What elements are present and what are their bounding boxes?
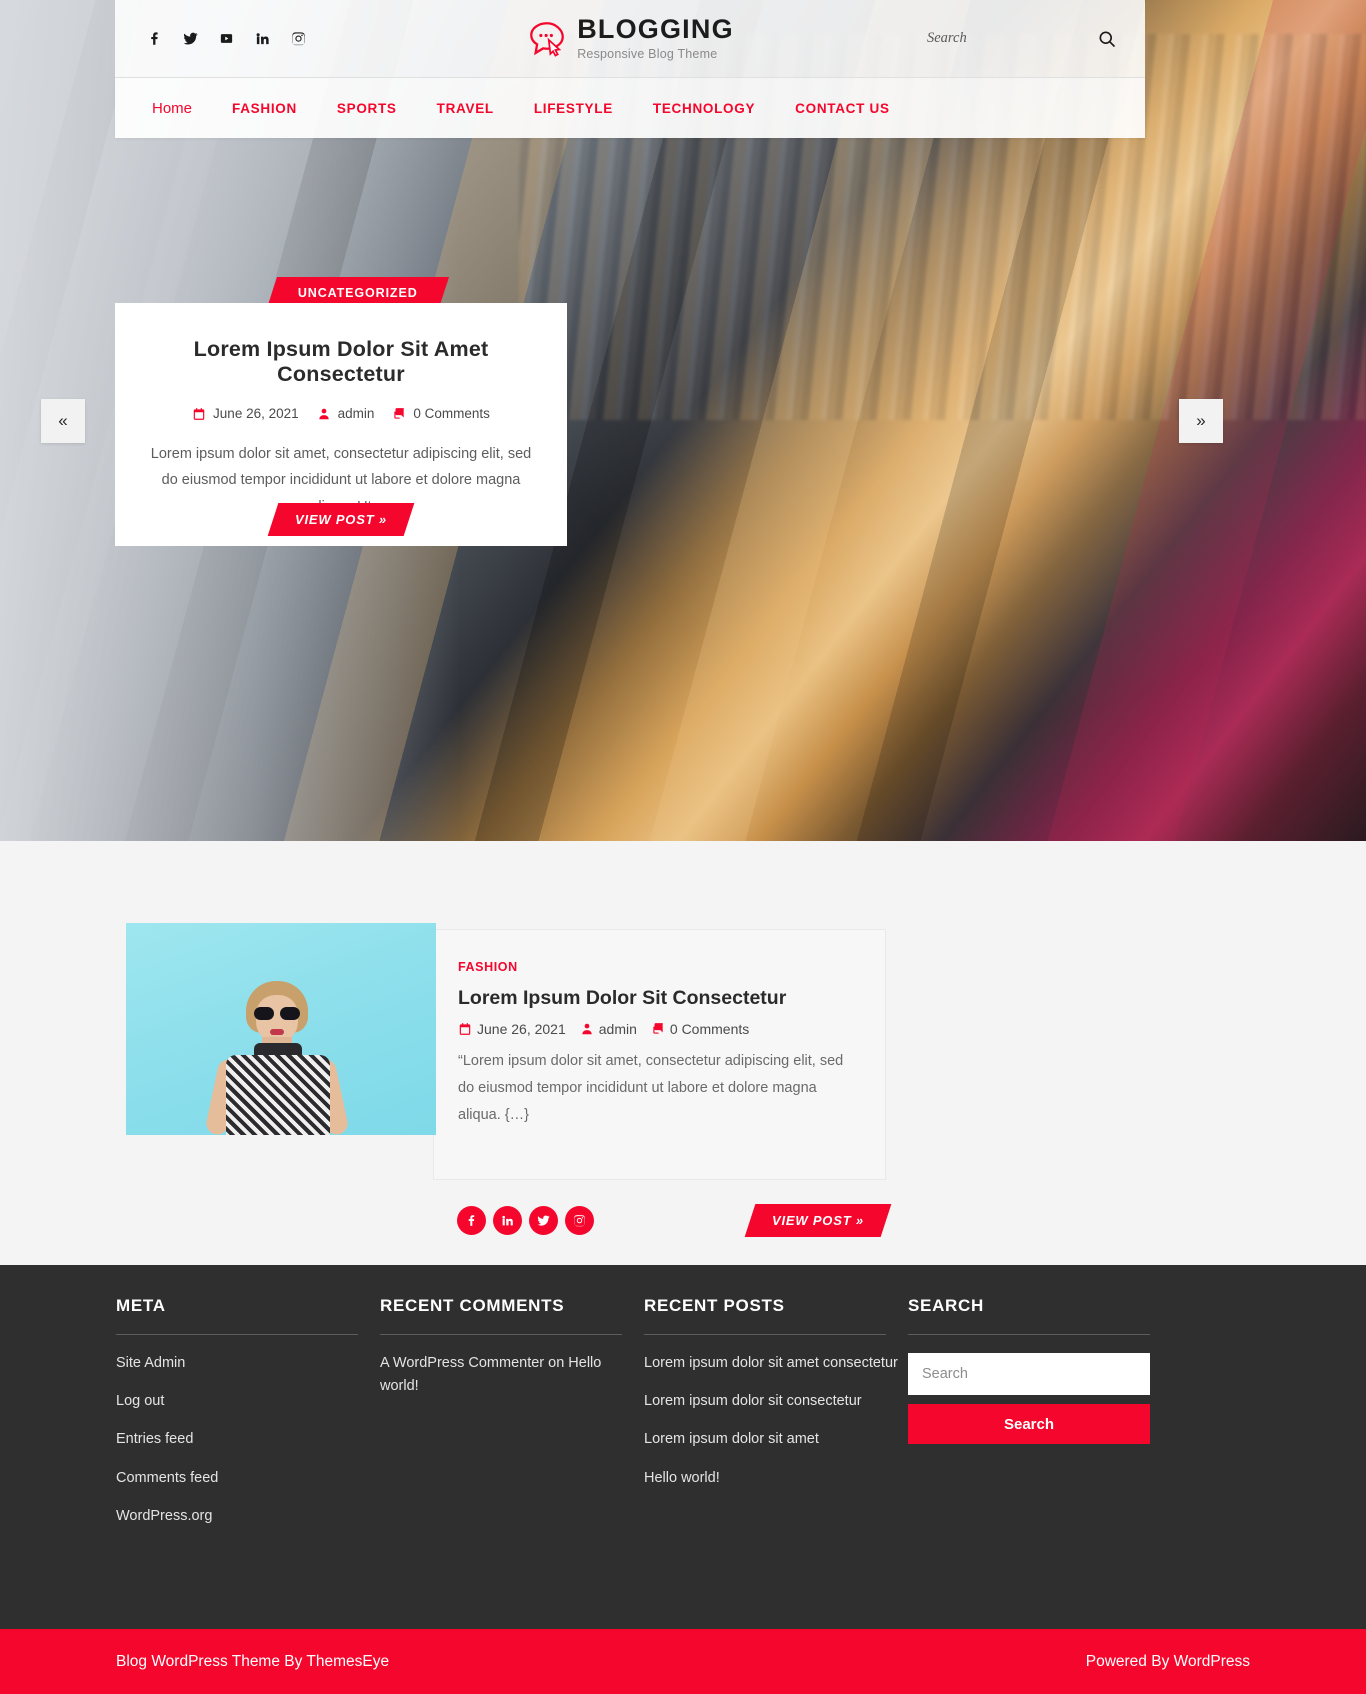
- footer-link-wordpress-org[interactable]: WordPress.org: [116, 1508, 212, 1524]
- linkedin-icon[interactable]: [493, 1205, 522, 1235]
- nav-item-contact-us[interactable]: CONTACT US: [775, 101, 910, 116]
- post-author: admin: [580, 1021, 637, 1037]
- post-title[interactable]: Lorem Ipsum Dolor Sit Consectetur: [458, 987, 861, 1010]
- instagram-icon[interactable]: [565, 1205, 594, 1235]
- footer-column-meta: META Site Admin Log out Entries feed Com…: [116, 1296, 380, 1543]
- slide-view-post-label: VIEW POST »: [295, 512, 387, 527]
- footer-search-button[interactable]: Search: [908, 1404, 1150, 1444]
- site-header: BLOGGING Responsive Blog Theme: [115, 0, 1145, 78]
- main-navigation: Home FASHION SPORTS TRAVEL LIFESTYLE TEC…: [115, 78, 1145, 138]
- post-comments-text: 0 Comments: [669, 1021, 750, 1037]
- slide-comments-text: 0 Comments: [413, 406, 490, 421]
- header-search: [815, 29, 1145, 49]
- site-logo[interactable]: BLOGGING Responsive Blog Theme: [445, 16, 815, 61]
- calendar-icon: [459, 1023, 471, 1035]
- user-icon: [318, 408, 329, 419]
- slide-meta: June 26, 2021 admin 0 Comments: [145, 406, 537, 421]
- slide-date-text: June 26, 2021: [213, 406, 299, 421]
- post-date: June 26, 2021: [458, 1021, 566, 1037]
- header-social-links: [115, 30, 445, 48]
- slide-view-post-button[interactable]: VIEW POST »: [267, 503, 415, 536]
- post-view-post-label: VIEW POST »: [772, 1212, 864, 1228]
- footer-recent-post-item[interactable]: Lorem ipsum dolor sit amet: [644, 1431, 819, 1447]
- comment-icon: [394, 407, 405, 419]
- nav-item-home[interactable]: Home: [142, 100, 212, 117]
- chevron-left-icon: «: [58, 411, 68, 430]
- footer-recent-post-item[interactable]: Lorem ipsum dolor sit amet consectetur: [644, 1355, 898, 1371]
- calendar-icon: [193, 407, 205, 420]
- post-body: FASHION Lorem Ipsum Dolor Sit Consectetu…: [433, 929, 886, 1180]
- thumbnail-illustration: [204, 981, 350, 1135]
- facebook-icon[interactable]: [457, 1205, 486, 1235]
- youtube-icon[interactable]: [217, 30, 235, 48]
- main-content: FASHION Lorem Ipsum Dolor Sit Consectetu…: [0, 841, 1366, 1265]
- slide-title[interactable]: Lorem Ipsum Dolor Sit Amet Consectetur: [145, 337, 537, 387]
- chevron-right-icon: »: [1196, 411, 1206, 430]
- footer-powered-by-text: Powered By WordPress: [1085, 1652, 1250, 1670]
- twitter-icon[interactable]: [529, 1205, 558, 1235]
- footer-search-input[interactable]: [908, 1353, 1150, 1395]
- nav-item-travel[interactable]: TRAVEL: [417, 101, 514, 116]
- post-footer: VIEW POST »: [433, 1191, 892, 1249]
- slide-author: admin: [317, 406, 375, 421]
- post-comments: 0 Comments: [651, 1021, 749, 1037]
- footer-recent-post-item[interactable]: Lorem ipsum dolor sit consectetur: [644, 1393, 862, 1409]
- slide-date: June 26, 2021: [192, 406, 299, 421]
- footer-column-recent-posts: RECENT POSTS Lorem ipsum dolor sit amet …: [644, 1296, 908, 1543]
- footer-link-comments-feed[interactable]: Comments feed: [116, 1470, 218, 1486]
- speech-bubble-cursor-logo: [530, 21, 565, 57]
- slider-prev-button[interactable]: «: [41, 399, 85, 443]
- nav-item-lifestyle[interactable]: LIFESTYLE: [514, 101, 633, 116]
- footer-bottom-bar: Blog WordPress Theme By ThemesEye Powere…: [0, 1629, 1366, 1694]
- slide-author-text: admin: [337, 406, 375, 421]
- user-icon: [582, 1023, 592, 1035]
- footer-column-recent-comments: RECENT COMMENTS A WordPress Commenter on…: [380, 1296, 644, 1543]
- post-view-post-button[interactable]: VIEW POST »: [744, 1203, 892, 1237]
- footer-recent-comment-item[interactable]: A WordPress Commenter on Hello world!: [380, 1355, 601, 1394]
- footer-recent-posts-title: RECENT POSTS: [644, 1296, 886, 1335]
- footer-recent-comments-title: RECENT COMMENTS: [380, 1296, 622, 1335]
- footer-meta-title: META: [116, 1296, 358, 1335]
- post-author-text: admin: [598, 1021, 637, 1037]
- post-meta: June 26, 2021 admin 0 Comments: [458, 1021, 861, 1037]
- slider-next-button[interactable]: »: [1179, 399, 1223, 443]
- footer-search-title: SEARCH: [908, 1296, 1150, 1335]
- post-date-text: June 26, 2021: [477, 1021, 566, 1037]
- brand-subtitle: Responsive Blog Theme: [577, 47, 718, 61]
- footer-credit-text: Blog WordPress Theme By ThemesEye: [116, 1652, 390, 1670]
- twitter-icon[interactable]: [181, 30, 199, 48]
- post-excerpt: “Lorem ipsum dolor sit amet, consectetur…: [458, 1053, 844, 1123]
- site-footer: META Site Admin Log out Entries feed Com…: [0, 1265, 1366, 1629]
- linkedin-icon[interactable]: [253, 30, 271, 48]
- post-thumbnail[interactable]: [126, 923, 436, 1135]
- page-root: BLOGGING Responsive Blog Theme Home FASH…: [0, 0, 1366, 1694]
- footer-column-search: SEARCH Search: [908, 1296, 1151, 1543]
- nav-item-fashion[interactable]: FASHION: [212, 101, 317, 116]
- footer-link-entries-feed[interactable]: Entries feed: [116, 1431, 193, 1447]
- brand-title: BLOGGING: [577, 14, 734, 44]
- instagram-icon[interactable]: [289, 30, 307, 48]
- search-input[interactable]: [927, 30, 1097, 47]
- slide-category-label: UNCATEGORIZED: [298, 285, 418, 300]
- footer-link-site-admin[interactable]: Site Admin: [116, 1355, 185, 1371]
- post-category[interactable]: FASHION: [458, 960, 861, 974]
- slide-comments: 0 Comments: [392, 406, 490, 421]
- search-icon[interactable]: [1097, 29, 1117, 49]
- footer-link-log-out[interactable]: Log out: [116, 1393, 164, 1409]
- nav-item-sports[interactable]: SPORTS: [317, 101, 417, 116]
- facebook-icon[interactable]: [145, 30, 163, 48]
- footer-recent-post-item[interactable]: Hello world!: [644, 1470, 720, 1486]
- post-share-links: [457, 1205, 594, 1235]
- comment-icon: [653, 1023, 663, 1034]
- nav-item-technology[interactable]: TECHNOLOGY: [633, 101, 775, 116]
